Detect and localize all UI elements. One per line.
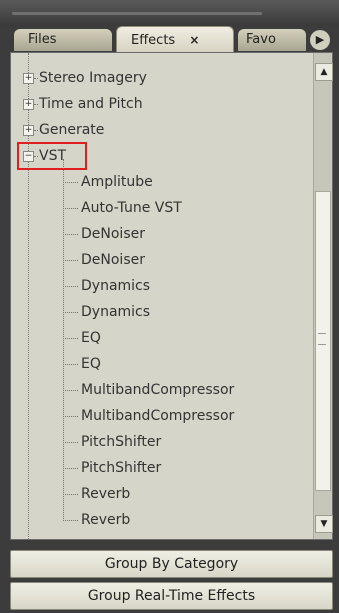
tree-item-dynamics[interactable]: Dynamics bbox=[11, 273, 306, 299]
tab-files-label: Files bbox=[28, 32, 57, 47]
tree-item-multibandcompressor[interactable]: MultibandCompressor bbox=[11, 403, 306, 429]
tree-connector bbox=[63, 338, 78, 339]
expand-icon[interactable]: + bbox=[23, 99, 34, 110]
tree-item-denoiser[interactable]: DeNoiser bbox=[11, 247, 306, 273]
tree-connector bbox=[63, 286, 78, 287]
tree-connector bbox=[63, 364, 78, 365]
tree-item-label: Reverb bbox=[81, 486, 131, 502]
tree-connector bbox=[63, 208, 78, 209]
tab-favorites-label: Favo bbox=[246, 32, 276, 47]
tree-item-pitchshifter[interactable]: PitchShifter bbox=[11, 455, 306, 481]
tree-item-label: Dynamics bbox=[81, 278, 151, 294]
tree-item-label: MultibandCompressor bbox=[81, 408, 235, 424]
tree-item-multibandcompressor[interactable]: MultibandCompressor bbox=[11, 377, 306, 403]
tree-connector bbox=[63, 520, 78, 521]
tree-item-label: Reverb bbox=[81, 512, 131, 528]
tree-connector bbox=[63, 234, 78, 235]
tree-connector bbox=[63, 494, 78, 495]
tree-group-label: Stereo Imagery bbox=[39, 70, 147, 86]
tree-connector bbox=[34, 78, 38, 79]
tree-connector bbox=[63, 390, 78, 391]
tree-item-dynamics[interactable]: Dynamics bbox=[11, 299, 306, 325]
scroll-up-icon[interactable]: ▲ bbox=[315, 63, 333, 81]
tree-connector bbox=[34, 104, 38, 105]
drag-grip[interactable] bbox=[12, 12, 262, 15]
tree-item-label: DeNoiser bbox=[81, 226, 145, 242]
tab-files[interactable]: Files bbox=[14, 29, 112, 51]
tree-item-label: DeNoiser bbox=[81, 252, 145, 268]
tree-item-eq[interactable]: EQ bbox=[11, 351, 306, 377]
tab-favorites[interactable]: Favo bbox=[238, 29, 306, 51]
group-realtime-effects-button[interactable]: Group Real-Time Effects bbox=[10, 582, 333, 610]
selection-highlight bbox=[17, 142, 87, 170]
tree-item-eq[interactable]: EQ bbox=[11, 325, 306, 351]
tree-group-label: Time and Pitch bbox=[39, 96, 143, 112]
group-by-category-button[interactable]: Group By Category bbox=[10, 550, 333, 578]
tree-item-label: PitchShifter bbox=[81, 460, 162, 476]
tree-item-amplitube[interactable]: Amplitube bbox=[11, 169, 306, 195]
effects-tree: + Stereo Imagery + Time and Pitch + Generate −… bbox=[11, 53, 311, 539]
tree-group-label: Generate bbox=[39, 122, 105, 138]
tree-connector bbox=[63, 182, 78, 183]
tree-connector bbox=[63, 442, 78, 443]
panel-title-bar[interactable] bbox=[0, 0, 339, 26]
tree-item-label: PitchShifter bbox=[81, 434, 162, 450]
tab-effects-label: Effects bbox=[131, 33, 176, 48]
tree-item-reverb[interactable]: Reverb bbox=[11, 481, 306, 507]
tree-item-label: Amplitube bbox=[81, 174, 153, 190]
tree-group-generate[interactable]: + Generate bbox=[11, 117, 306, 143]
tree-item-label: Auto-Tune VST bbox=[81, 200, 182, 216]
scroll-thumb-grip bbox=[318, 333, 326, 345]
tree-connector bbox=[63, 260, 78, 261]
tree-item-pitchshifter[interactable]: PitchShifter bbox=[11, 429, 306, 455]
tree-item-auto-tune-vst[interactable]: Auto-Tune VST bbox=[11, 195, 306, 221]
close-icon[interactable]: × bbox=[189, 33, 199, 47]
tree-item-label: EQ bbox=[81, 330, 101, 346]
tree-group-time-and-pitch[interactable]: + Time and Pitch bbox=[11, 91, 306, 117]
tree-group-stereo-imagery[interactable]: + Stereo Imagery bbox=[11, 65, 306, 91]
tab-effects[interactable]: Effects × bbox=[116, 26, 234, 52]
tree-item-denoiser[interactable]: DeNoiser bbox=[11, 221, 306, 247]
tree-connector bbox=[63, 468, 78, 469]
tree-item-label: Dynamics bbox=[81, 304, 151, 320]
tree-item-label: MultibandCompressor bbox=[81, 382, 235, 398]
tab-overflow-arrow-icon[interactable]: ▶ bbox=[310, 30, 330, 50]
tree-connector bbox=[34, 130, 38, 131]
expand-icon[interactable]: + bbox=[23, 125, 34, 136]
effects-panel: + Stereo Imagery + Time and Pitch + Generate −… bbox=[10, 52, 333, 540]
tree-connector bbox=[63, 416, 78, 417]
tab-strip: Files Effects × Favo ▶ bbox=[8, 26, 333, 52]
vertical-scrollbar[interactable]: ▲ ▼ bbox=[313, 53, 333, 539]
expand-icon[interactable]: + bbox=[23, 73, 34, 84]
tree-connector bbox=[63, 312, 78, 313]
scroll-down-icon[interactable]: ▼ bbox=[315, 515, 333, 533]
tree-item-label: EQ bbox=[81, 356, 101, 372]
tree-item-reverb[interactable]: Reverb bbox=[11, 507, 306, 533]
